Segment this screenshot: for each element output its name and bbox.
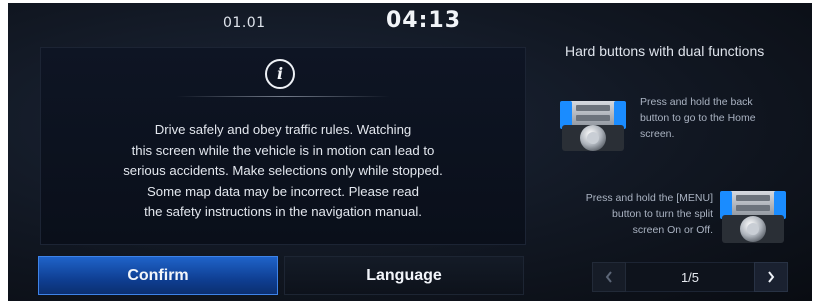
chevron-right-icon xyxy=(768,271,775,283)
back-button-tip: Press and hold the back button to go to … xyxy=(640,94,810,142)
tip-line: Press and hold the [MENU] xyxy=(585,192,713,204)
clock-display: 04:13 xyxy=(386,8,462,33)
page-navigator: 1/5 xyxy=(592,262,788,292)
chevron-left-icon xyxy=(605,271,612,283)
head-unit-back-button-image xyxy=(560,101,626,151)
notice-line: Some map data may be incorrect. Please r… xyxy=(147,183,419,199)
head-unit-menu-button-image xyxy=(720,191,786,243)
safety-notice-panel: i Drive safely and obey traffic rules. W… xyxy=(40,47,526,245)
tip-line: screen On or Off. xyxy=(632,224,713,236)
date-display: 01.01 xyxy=(223,15,266,31)
tip-line: button to turn the split xyxy=(612,208,713,220)
tip-line: button to go to the Home xyxy=(640,112,756,124)
menu-button-tip: Press and hold the [MENU] button to turn… xyxy=(553,190,713,238)
notice-line: Drive safely and obey traffic rules. Wat… xyxy=(154,122,412,137)
info-icon: i xyxy=(265,59,295,89)
navigation-screen: 01.01 04:13 i Drive safely and obey traf… xyxy=(8,3,812,301)
language-button[interactable]: Language xyxy=(284,256,524,295)
next-page-button[interactable] xyxy=(754,262,788,292)
hard-buttons-title: Hard buttons with dual functions xyxy=(565,43,765,59)
confirm-button[interactable]: Confirm xyxy=(38,256,278,295)
previous-page-button[interactable] xyxy=(592,262,626,292)
tip-line: screen. xyxy=(640,128,675,140)
safety-notice-text: Drive safely and obey traffic rules. Wat… xyxy=(41,120,525,223)
notice-line: serious accidents. Make selections only … xyxy=(123,163,443,178)
page-indicator: 1/5 xyxy=(626,262,754,292)
notice-line: the safety instructions in the navigatio… xyxy=(144,204,422,219)
tip-line: Press and hold the back xyxy=(640,96,753,108)
notice-line: this screen while the vehicle is in moti… xyxy=(131,142,435,158)
divider xyxy=(176,96,390,97)
